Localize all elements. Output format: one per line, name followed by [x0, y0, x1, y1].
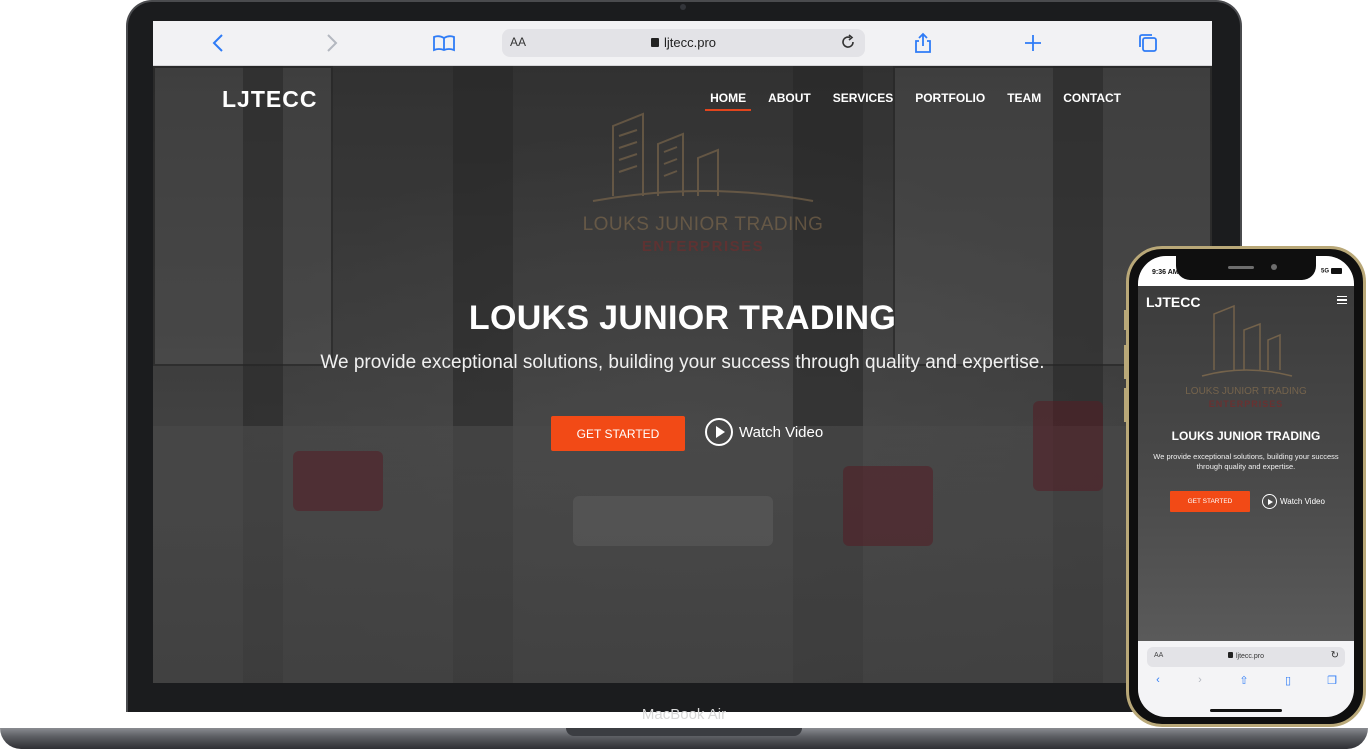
website-hero: LOUKS JUNIOR TRADING ENTERPRISES LJTECC …	[153, 66, 1212, 683]
hero-title: LOUKS JUNIOR TRADING	[468, 299, 897, 337]
nav-team[interactable]: TEAM	[996, 91, 1052, 111]
laptop-camera	[680, 4, 686, 10]
nav-home[interactable]: HOME	[699, 91, 757, 111]
hamburger-menu-icon[interactable]	[1337, 296, 1347, 304]
safari-toolbar: AA ljtecc.pro	[153, 21, 1212, 66]
phone-back-icon[interactable]: ‹	[1148, 674, 1168, 686]
site-logo[interactable]: LJTECC	[222, 86, 317, 113]
laptop-screen: AA ljtecc.pro LOUKS JUNIOR TRADING ENTER…	[153, 21, 1212, 683]
phone-url-field[interactable]: AA ljtecc.pro ↻	[1147, 647, 1345, 667]
back-icon[interactable]	[205, 30, 231, 56]
phone-watermark-line2: ENTERPRISES	[1208, 399, 1284, 409]
get-started-button[interactable]: GET STARTED	[551, 416, 685, 451]
phone-hero-title: LOUKS JUNIOR TRADING	[1171, 429, 1321, 443]
watermark-line2: ENTERPRISES	[641, 238, 765, 255]
phone-safari-bar: AA ljtecc.pro ↻ ‹ › ⇧ ▯ ❐	[1138, 641, 1354, 717]
phone-screen: 9:36 AM 5G LJTECC LOUKS JUNIOR TRADING E…	[1138, 256, 1354, 717]
lock-icon	[650, 38, 659, 47]
reload-icon[interactable]	[839, 33, 857, 51]
nav-contact[interactable]: CONTACT	[1052, 91, 1132, 111]
phone-speaker	[1228, 266, 1254, 269]
nav-about[interactable]: ABOUT	[757, 91, 822, 111]
phone-url-text: ljtecc.pro	[1235, 653, 1264, 660]
phone-bookmarks-icon[interactable]: ▯	[1278, 674, 1298, 687]
share-icon[interactable]	[910, 30, 936, 56]
forward-icon[interactable]	[319, 30, 345, 56]
signal-indicator: 5G	[1321, 268, 1342, 275]
phone-frame: 9:36 AM 5G LJTECC LOUKS JUNIOR TRADING E…	[1126, 246, 1366, 727]
network-label: 5G	[1320, 268, 1329, 275]
url-display: ljtecc.pro	[502, 35, 865, 50]
status-time: 9:36 AM	[1152, 269, 1179, 276]
phone-watermark-line1: LOUKS JUNIOR TRADING	[1185, 386, 1307, 397]
phone-camera	[1271, 264, 1277, 270]
phone-website-hero: LJTECC LOUKS JUNIOR TRADING ENTERPRISES …	[1138, 286, 1354, 641]
watch-video-link[interactable]: Watch Video	[705, 418, 823, 446]
nav-portfolio[interactable]: PORTFOLIO	[904, 91, 996, 111]
phone-tabs-icon[interactable]: ❐	[1322, 674, 1342, 687]
phone-lock-icon	[1227, 652, 1233, 658]
nav-services[interactable]: SERVICES	[822, 91, 904, 111]
phone-volume-up	[1124, 345, 1127, 379]
hero-subtitle: We provide exceptional solutions, buildi…	[320, 352, 1045, 373]
url-field[interactable]: AA ljtecc.pro	[502, 29, 865, 57]
bookmarks-icon[interactable]	[431, 30, 457, 56]
home-indicator	[1210, 709, 1282, 712]
buildings-logo-icon	[592, 112, 814, 202]
phone-buildings-logo-icon	[1201, 304, 1293, 377]
play-icon	[705, 418, 733, 446]
phone-get-started-button[interactable]: GET STARTED	[1170, 491, 1250, 512]
phone-mute-switch	[1124, 310, 1127, 330]
phone-hero-subtitle: We provide exceptional solutions, buildi…	[1153, 452, 1339, 471]
phone-forward-icon[interactable]: ›	[1190, 674, 1210, 686]
phone-play-icon	[1262, 494, 1277, 509]
company-watermark-logo: LOUKS JUNIOR TRADING ENTERPRISES	[563, 106, 843, 266]
phone-watch-video-link[interactable]: Watch Video	[1262, 494, 1325, 509]
phone-volume-down	[1124, 388, 1127, 422]
phone-share-icon[interactable]: ⇧	[1234, 674, 1254, 687]
laptop-hinge-notch	[566, 728, 802, 736]
watch-video-label: Watch Video	[739, 423, 824, 441]
battery-icon	[1331, 268, 1342, 274]
phone-reload-icon[interactable]: ↻	[1331, 650, 1339, 661]
phone-url-display: ljtecc.pro	[1147, 652, 1345, 660]
watermark-line1: LOUKS JUNIOR TRADING	[582, 214, 824, 235]
new-tab-icon[interactable]	[1020, 30, 1046, 56]
tabs-icon[interactable]	[1135, 30, 1161, 56]
phone-watch-video-label: Watch Video	[1280, 497, 1325, 506]
url-text: ljtecc.pro	[663, 35, 717, 50]
main-nav: HOME ABOUT SERVICES PORTFOLIO TEAM CONTA…	[699, 91, 1132, 111]
phone-site-logo[interactable]: LJTECC	[1146, 294, 1200, 310]
